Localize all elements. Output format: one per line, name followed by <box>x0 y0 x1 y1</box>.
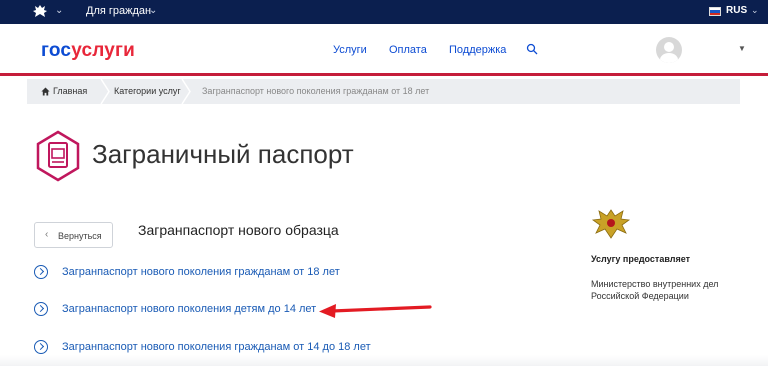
chevron-circle-icon <box>34 302 48 316</box>
nav-payment[interactable]: Оплата <box>389 44 427 56</box>
breadcrumb: Главная Категории услуг Загранпаспорт но… <box>27 79 740 104</box>
page-title: Заграничный паспорт <box>92 139 354 169</box>
nav-support[interactable]: Поддержка <box>449 44 506 56</box>
back-button[interactable]: ‹ Вернуться <box>34 222 113 248</box>
chevron-down-icon[interactable]: ⌄ <box>751 5 759 16</box>
mvd-emblem-icon <box>591 209 631 239</box>
bottom-fade <box>0 355 768 366</box>
chevron-left-icon: ‹ <box>45 229 49 240</box>
back-button-label: Вернуться <box>58 231 102 241</box>
provider-title: Услугу предоставляет <box>591 254 691 264</box>
language-selector[interactable]: RUS <box>726 5 747 16</box>
breadcrumb-separator <box>181 79 191 104</box>
russia-emblem-icon[interactable] <box>31 3 49 21</box>
service-link-text[interactable]: Загранпаспорт нового поколения гражданам… <box>62 341 371 353</box>
section-title: Загранпаспорт нового образца <box>138 222 339 238</box>
chevron-down-icon[interactable]: ⌄ <box>149 5 157 16</box>
passport-icon <box>36 130 80 182</box>
service-link-text[interactable]: Загранпаспорт нового поколения детям до … <box>62 303 316 315</box>
chevron-circle-icon <box>34 340 48 354</box>
user-menu-chevron-icon[interactable]: ▼ <box>738 44 746 53</box>
chevron-circle-icon <box>34 265 48 279</box>
breadcrumb-separator <box>100 79 110 104</box>
chevron-down-icon[interactable]: ⌄ <box>55 5 63 16</box>
breadcrumb-current: Загранпаспорт нового поколения гражданам… <box>202 86 430 96</box>
breadcrumb-categories[interactable]: Категории услуг <box>114 86 181 96</box>
logo-part-gos: гос <box>41 40 72 61</box>
top-bar: ⌄ Для граждан ⌄ RUS ⌄ <box>0 0 768 24</box>
logo-part-uslugi: услуги <box>71 40 136 61</box>
provider-name: Министерство внутренних дел Российской Ф… <box>591 279 719 301</box>
red-arrow-annotation <box>319 304 432 318</box>
user-avatar[interactable] <box>656 37 682 63</box>
gosuslugi-logo[interactable]: госуслуги <box>41 40 135 62</box>
home-icon <box>41 87 50 96</box>
breadcrumb-home[interactable]: Главная <box>53 86 87 96</box>
russia-flag-icon[interactable] <box>709 7 721 16</box>
nav-services[interactable]: Услуги <box>333 44 367 56</box>
service-link-text[interactable]: Загранпаспорт нового поколения гражданам… <box>62 266 340 278</box>
main-header: госуслуги Услуги Оплата Поддержка ▼ <box>0 24 768 76</box>
citizens-menu[interactable]: Для граждан <box>86 5 151 17</box>
search-icon[interactable] <box>526 43 538 55</box>
